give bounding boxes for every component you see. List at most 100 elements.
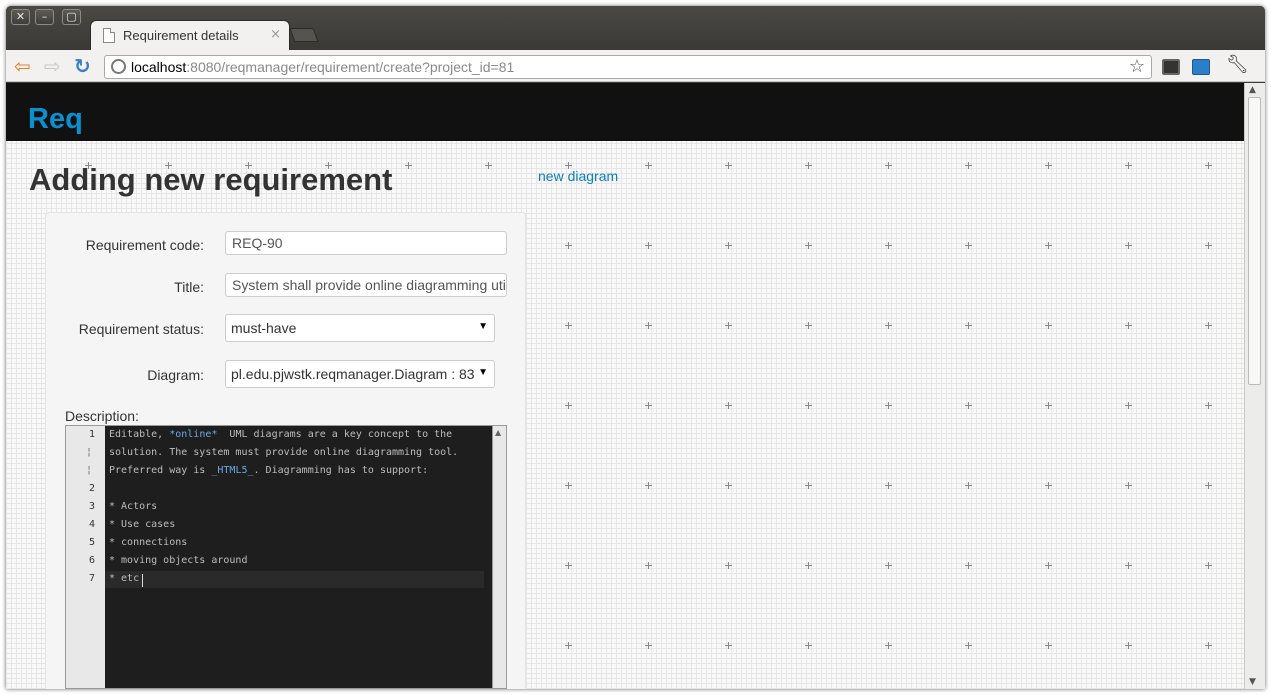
grid-marker — [1205, 242, 1212, 249]
grid-marker — [725, 402, 732, 409]
tab-close-icon[interactable]: × — [270, 27, 281, 42]
code-line: * moving objects around — [109, 555, 248, 566]
line-number: 5 — [88, 537, 95, 548]
bookmark-star-icon[interactable]: ☆ — [1129, 56, 1145, 77]
grid-marker — [565, 482, 572, 489]
grid-marker — [965, 562, 972, 569]
grid-marker — [885, 482, 892, 489]
diagram-select[interactable]: pl.edu.pjwstk.reqmanager.Diagram : 83 ▼ — [225, 360, 495, 388]
requirement-code-input[interactable]: REQ-90 — [225, 231, 507, 255]
grid-marker — [1045, 322, 1052, 329]
grid-marker — [1045, 402, 1052, 409]
diagram-label: Diagram: — [147, 367, 204, 383]
grid-marker — [805, 322, 812, 329]
scroll-up-arrow-icon[interactable]: ▲ — [1249, 85, 1256, 95]
globe-icon — [111, 59, 126, 74]
grid-marker — [965, 322, 972, 329]
editor-gutter: 1 ¦ ¦ 2 3 4 5 6 7 — [66, 426, 105, 688]
grid-marker — [1045, 482, 1052, 489]
title-label: Title: — [174, 279, 204, 295]
grid-marker — [645, 162, 652, 169]
description-label: Description: — [65, 408, 139, 424]
grid-marker — [725, 482, 732, 489]
code-line: * connections — [109, 537, 188, 548]
grid-marker — [965, 402, 972, 409]
requirement-status-value: must-have — [231, 320, 297, 336]
line-number: 1 — [88, 429, 95, 440]
grid-marker — [485, 162, 492, 169]
line-number: 3 — [88, 501, 95, 512]
browser-tab[interactable]: Requirement details × — [90, 20, 290, 50]
forward-arrow-icon[interactable]: ⇨ — [44, 56, 61, 76]
tab-title: Requirement details — [123, 28, 239, 43]
grid-marker — [725, 242, 732, 249]
grid-marker — [1205, 482, 1212, 489]
grid-marker — [1205, 562, 1212, 569]
grid-marker — [965, 642, 972, 649]
new-tab-button[interactable] — [289, 28, 319, 42]
grid-marker — [1125, 322, 1132, 329]
code-line: Editable, *online* UML diagrams are a ke… — [109, 429, 453, 440]
brand-logo[interactable]: Req — [28, 103, 83, 136]
scrollbar-thumb[interactable] — [1248, 97, 1261, 385]
line-number: 6 — [88, 555, 95, 566]
browser-toolbar: ⇦ ⇨ ↻ localhost:8080/reqmanager/requirem… — [6, 50, 1265, 82]
scroll-down-arrow-icon[interactable]: ▼ — [1249, 677, 1256, 687]
requirement-status-select[interactable]: must-have ▼ — [225, 314, 495, 342]
page-scrollbar[interactable]: ▲ ▼ — [1244, 83, 1265, 689]
grid-marker — [805, 562, 812, 569]
grid-marker — [885, 402, 892, 409]
reload-icon[interactable]: ↻ — [74, 56, 91, 76]
code-line: * Actors — [109, 501, 158, 512]
code-line: Preferred way is _HTML5_. Diagramming ha… — [109, 465, 429, 476]
grid-marker — [885, 562, 892, 569]
grid-marker — [1045, 562, 1052, 569]
close-window-button[interactable]: ✕ — [11, 9, 30, 25]
grid-marker — [1125, 242, 1132, 249]
grid-marker — [565, 562, 572, 569]
grid-marker — [645, 402, 652, 409]
grid-marker — [645, 322, 652, 329]
requirement-code-label: Requirement code: — [85, 237, 204, 253]
grid-marker — [645, 482, 652, 489]
grid-marker — [565, 242, 572, 249]
grid-marker — [565, 322, 572, 329]
screen-capture-extension-icon[interactable] — [1192, 59, 1210, 75]
maximize-window-button[interactable]: ▢ — [62, 9, 81, 25]
grid-marker — [1125, 642, 1132, 649]
requirement-status-label: Requirement status: — [78, 321, 204, 337]
description-editor[interactable]: 1 ¦ ¦ 2 3 4 5 6 7 Editable, *online* UML… — [65, 425, 507, 689]
grid-marker — [1125, 562, 1132, 569]
grid-marker — [1125, 162, 1132, 169]
grid-marker — [885, 322, 892, 329]
scroll-up-arrow-icon[interactable]: ▲ — [495, 428, 501, 437]
grid-marker — [1205, 322, 1212, 329]
evernote-extension-icon[interactable] — [1162, 59, 1180, 75]
grid-marker — [805, 642, 812, 649]
title-input[interactable]: System shall provide online diagramming … — [225, 273, 507, 297]
grid-marker — [1125, 402, 1132, 409]
editor-scrollbar[interactable]: ▲ — [492, 426, 506, 688]
browser-window: ✕ – ▢ Requirement details × ⇦ ⇨ ↻ localh… — [6, 6, 1265, 689]
grid-marker — [1125, 482, 1132, 489]
back-arrow-icon[interactable]: ⇦ — [14, 56, 31, 76]
address-bar[interactable]: localhost:8080/reqmanager/requirement/cr… — [104, 55, 1152, 79]
grid-marker — [645, 642, 652, 649]
dropdown-arrow-icon: ▼ — [478, 367, 488, 378]
grid-marker — [645, 562, 652, 569]
wrap-marker: ¦ — [85, 447, 92, 458]
app-navbar: Req — [6, 83, 1244, 141]
code-line: * Use cases — [109, 519, 176, 530]
wrench-menu-icon[interactable]: 🔧︎ — [1226, 55, 1249, 75]
text-cursor — [142, 574, 143, 587]
grid-marker — [885, 242, 892, 249]
line-number: 2 — [88, 483, 95, 494]
grid-marker — [965, 162, 972, 169]
line-number: 7 — [88, 573, 95, 584]
grid-marker — [1045, 242, 1052, 249]
minimize-window-button[interactable]: – — [35, 9, 54, 25]
grid-marker — [1205, 162, 1212, 169]
new-diagram-link[interactable]: new diagram — [538, 168, 618, 184]
grid-marker — [805, 242, 812, 249]
code-line: solution. The system must provide online… — [109, 447, 459, 458]
